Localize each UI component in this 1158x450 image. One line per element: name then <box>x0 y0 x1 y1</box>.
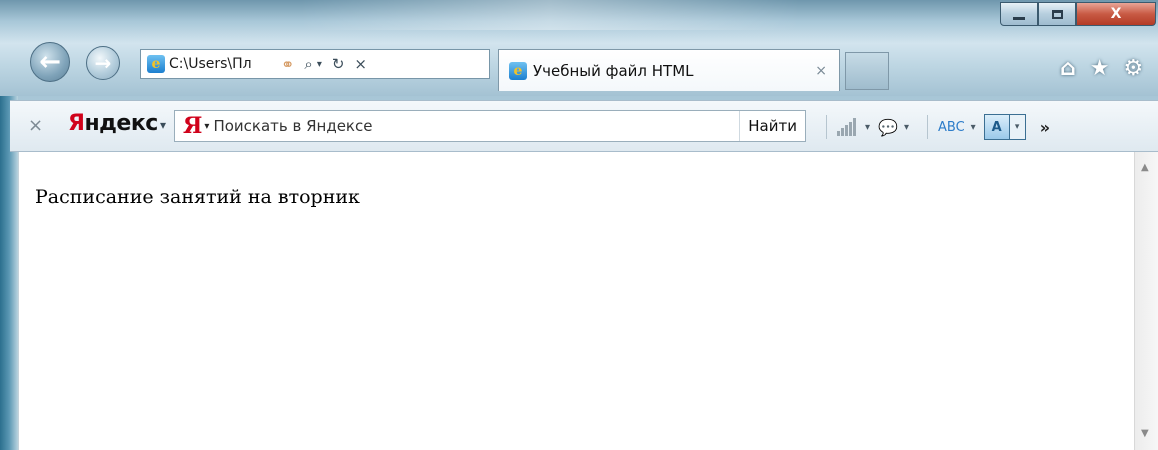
yandex-search-logo-icon: Я <box>183 113 203 139</box>
compatibility-view-icon[interactable]: ⚭ <box>281 55 294 74</box>
favorites-star-icon[interactable]: ★ <box>1090 56 1110 81</box>
address-dropdown-icon[interactable]: ▾ <box>317 59 322 70</box>
window-controls: X <box>1000 2 1158 28</box>
close-icon: X <box>1110 6 1122 22</box>
yandex-search-box[interactable]: Я ▾ Поискать в Яндексе Найти <box>174 110 806 142</box>
vertical-scrollbar[interactable]: ▲ ▼ <box>1134 152 1158 450</box>
home-icon[interactable]: ⌂ <box>1060 56 1076 81</box>
forward-arrow-icon: → <box>94 51 112 75</box>
scroll-down-icon[interactable]: ▼ <box>1141 428 1149 439</box>
yandex-logo-first-letter: Я <box>68 111 85 136</box>
maximize-button[interactable] <box>1038 2 1076 26</box>
close-button[interactable]: X <box>1076 2 1156 26</box>
search-engine-dropdown-icon[interactable]: ▾ <box>204 121 209 132</box>
address-bar[interactable]: e C:\Users\Пл ⚭ ⌕ ▾ ↻ × <box>140 49 490 79</box>
yandex-menu-caret-icon[interactable]: ▾ <box>160 118 166 132</box>
minimize-button[interactable] <box>1000 2 1038 26</box>
new-tab-button[interactable] <box>845 52 889 90</box>
minimize-icon <box>1013 16 1025 20</box>
tab-ie-icon: e <box>509 61 527 80</box>
rating-dropdown-icon[interactable]: ▾ <box>865 122 870 133</box>
rating-bars-icon[interactable] <box>837 118 857 136</box>
more-chevron-icon[interactable]: » <box>1040 118 1050 137</box>
stop-icon[interactable]: × <box>354 55 367 73</box>
search-icon[interactable]: ⌕ <box>304 55 312 73</box>
title-streak <box>300 0 800 30</box>
forward-button[interactable]: → <box>86 46 120 80</box>
back-arrow-icon: ← <box>39 47 61 77</box>
translate-dropdown-icon[interactable]: ▾ <box>1009 114 1026 140</box>
toolbar-separator <box>826 115 827 139</box>
spellcheck-dropdown-icon[interactable]: ▾ <box>971 122 976 133</box>
yandex-logo[interactable]: Яндекс <box>68 111 158 136</box>
messages-dropdown-icon[interactable]: ▾ <box>904 122 909 133</box>
settings-gear-icon[interactable]: ⚙ <box>1123 56 1143 81</box>
yandex-search-input[interactable]: Поискать в Яндексе <box>213 117 739 135</box>
find-button[interactable]: Найти <box>739 111 805 141</box>
translate-button-icon[interactable]: A <box>983 114 1010 140</box>
page-text: Расписание занятий на вторник <box>35 186 360 208</box>
browser-right-icons: ⌂ ★ ⚙ <box>1060 54 1157 82</box>
toolbar-separator <box>926 115 928 139</box>
spellcheck-icon[interactable]: ABC <box>938 120 965 135</box>
refresh-icon[interactable]: ↻ <box>332 55 345 73</box>
messages-icon[interactable]: 💬 <box>878 118 898 137</box>
back-button[interactable]: ← <box>30 42 70 82</box>
scroll-up-icon[interactable]: ▲ <box>1141 162 1149 173</box>
tab-active[interactable]: e Учебный файл HTML × <box>498 49 840 91</box>
title-bar: X ← → e C:\Users\Пл ⚭ ⌕ ▾ ↻ × e Учебный … <box>0 0 1158 96</box>
toolbar-icons: ▾ 💬 ▾ ABC ▾ A ▾ » <box>816 111 1050 143</box>
yandex-toolbar: × Яндекс ▾ Я ▾ Поискать в Яндексе Найти … <box>10 100 1158 152</box>
page-content: Расписание занятий на вторник <box>18 152 1135 450</box>
tab-close-icon[interactable]: × <box>815 63 827 79</box>
ie-page-icon: e <box>147 55 165 73</box>
yandex-logo-rest: ндекс <box>84 111 158 136</box>
toolbar-close-icon[interactable]: × <box>28 115 43 136</box>
address-url[interactable]: C:\Users\Пл <box>169 56 279 72</box>
maximize-icon <box>1051 9 1063 19</box>
browser-window: X ← → e C:\Users\Пл ⚭ ⌕ ▾ ↻ × e Учебный … <box>0 0 1158 450</box>
tab-title: Учебный файл HTML <box>533 61 694 80</box>
